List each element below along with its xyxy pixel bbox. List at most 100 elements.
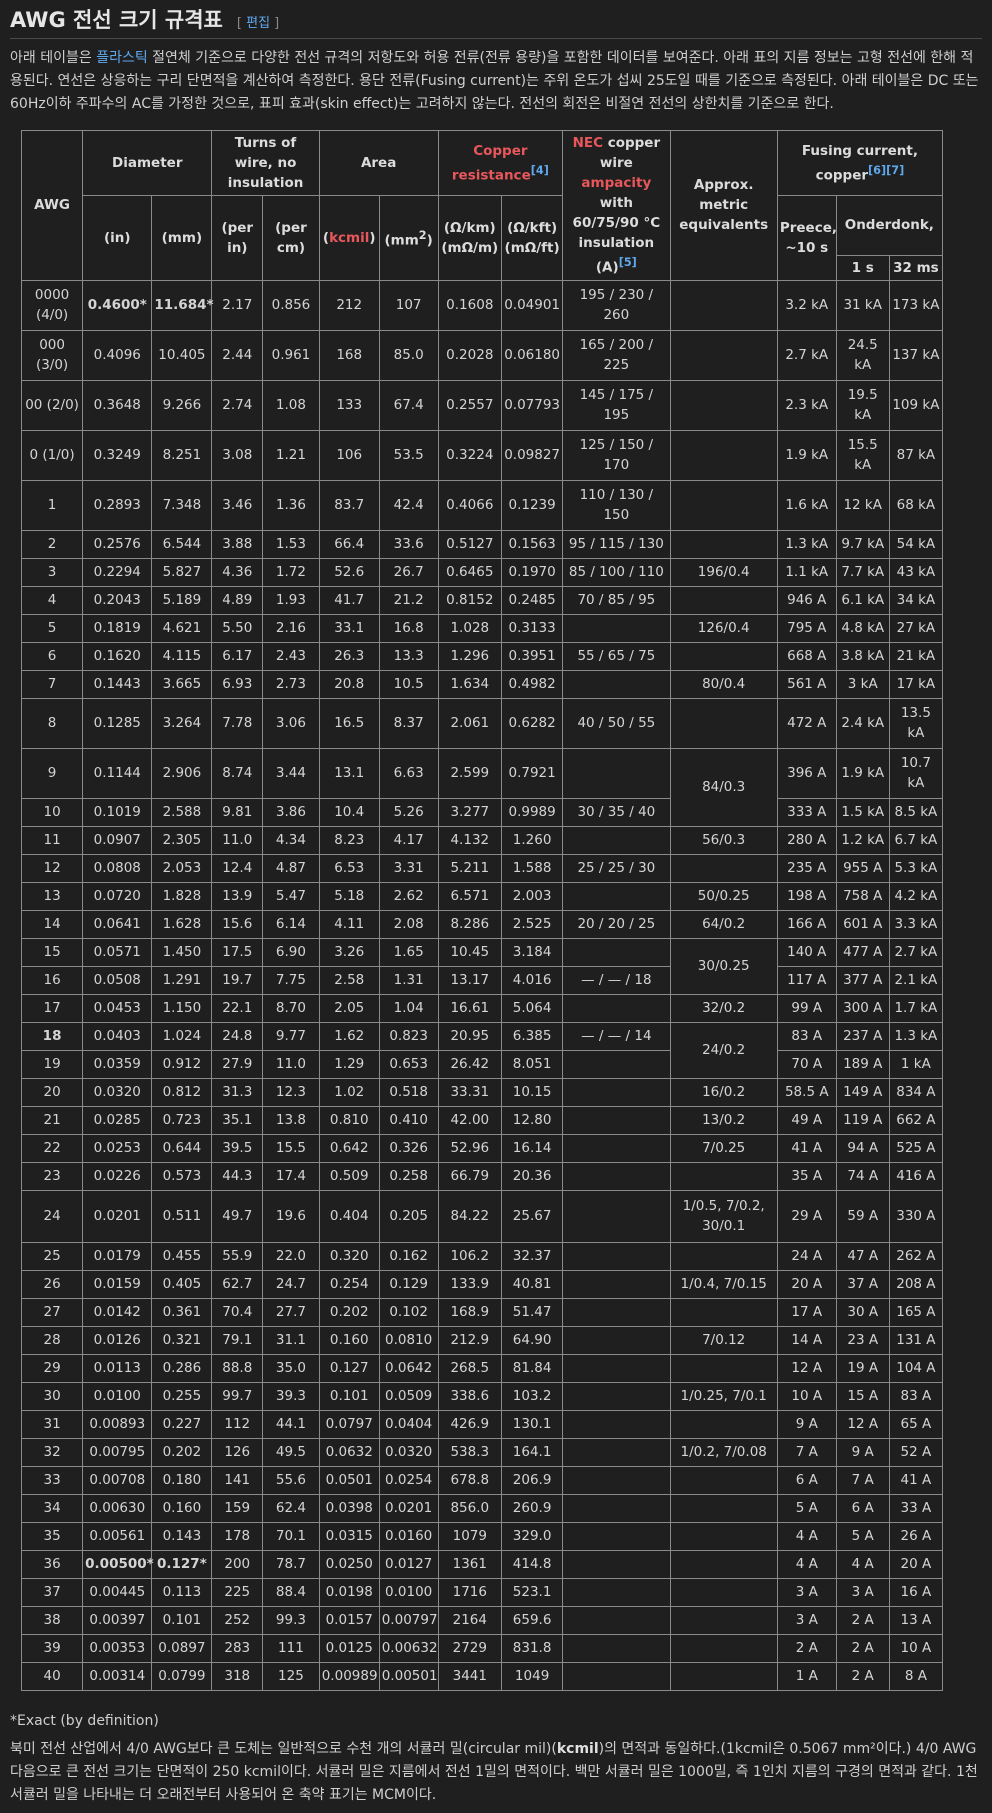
table-cell — [669, 379, 778, 431]
table-cell: 4 A — [776, 1521, 837, 1551]
table-cell: 0.0113 — [82, 1353, 153, 1383]
table-cell: 4.87 — [262, 853, 320, 883]
table-cell: 81.84 — [501, 1353, 564, 1383]
table-cell: 1.08 — [262, 379, 320, 431]
table-cell: 13.1 — [318, 747, 380, 799]
table-row: 35 0.00561 0.143 178 70.1 0.0315 0.0160 1079 329… — [20, 1521, 944, 1551]
page-title: AWG 전선 크기 규격표 — [10, 8, 223, 32]
table-cell: 1.1 kA — [776, 557, 837, 587]
table-cell: 24.7 — [262, 1269, 320, 1299]
table-cell: 94 A — [835, 1133, 890, 1163]
table-cell: 0.0100 — [378, 1577, 439, 1607]
table-cell: 10.4 — [318, 797, 380, 827]
table-cell — [562, 613, 671, 643]
table-cell: 0.202 — [318, 1297, 380, 1327]
table-cell: 99.7 — [211, 1381, 264, 1411]
table-cell: 117 A — [776, 965, 837, 995]
table-cell — [669, 697, 778, 749]
ampacity-link[interactable]: ampacity — [581, 175, 651, 191]
table-cell: 1.21 — [262, 429, 320, 481]
ref-4[interactable]: [4] — [531, 164, 549, 177]
table-cell — [562, 1297, 671, 1327]
table-cell — [669, 853, 778, 883]
plastic-link[interactable]: 플라스틱 — [96, 50, 148, 66]
per-in-header: (per in) — [211, 195, 264, 281]
table-cell: 0.04901 — [501, 279, 564, 331]
table-cell: 0.00500* — [82, 1549, 154, 1579]
table-cell: 13.5 kA — [888, 697, 944, 749]
table-row: 5 0.1819 4.621 5.50 2.16 33.1 16.8 1.028 0.3133 1… — [20, 613, 944, 643]
edit-link[interactable]: 편집 — [246, 16, 270, 31]
table-cell: 4.8 kA — [835, 613, 890, 643]
table-cell: 2.4 kA — [835, 697, 890, 749]
table-cell: 260.9 — [501, 1493, 564, 1523]
table-cell: 64.90 — [501, 1325, 564, 1355]
copper-resistance-link[interactable]: Copper resistance — [452, 143, 531, 184]
table-cell: 17.4 — [262, 1161, 320, 1191]
table-cell: 1.024 — [151, 1021, 213, 1051]
table-cell: 1079 — [437, 1521, 503, 1551]
table-cell: 126/0.4 — [669, 613, 778, 643]
table-cell: 1/0.2, 7/0.08 — [669, 1437, 778, 1467]
ref-5[interactable]: [5] — [619, 256, 637, 269]
mm2-header: (mm2) — [378, 195, 439, 281]
table-cell: 0.404 — [318, 1189, 380, 1243]
table-cell: 8 A — [888, 1661, 944, 1691]
ref-6-7[interactable]: [6][7] — [868, 164, 904, 177]
table-cell: 3 — [20, 557, 84, 587]
table-cell: 0.509 — [318, 1161, 380, 1191]
table-cell: 2.906 — [151, 747, 213, 799]
table-cell: 414.8 — [501, 1549, 564, 1579]
table-cell: 4.2 kA — [888, 881, 944, 911]
table-row: 37 0.00445 0.113 225 88.4 0.0198 0.0100 1716 523… — [20, 1577, 944, 1607]
table-cell: 0.0254 — [378, 1465, 439, 1495]
table-cell: 83 A — [776, 1021, 837, 1051]
table-cell: 29 A — [776, 1189, 837, 1243]
table-cell: 8 — [20, 697, 84, 749]
table-cell: 1.65 — [378, 937, 439, 967]
table-cell: 88.8 — [211, 1353, 264, 1383]
footer-paragraph: 북미 전선 산업에서 4/0 AWG보다 큰 도체는 일반적으로 수천 개의 서… — [10, 1738, 982, 1807]
table-cell: 0.3249 — [82, 429, 153, 481]
nec-text-1: copper wire — [599, 135, 661, 171]
table-cell: 39.5 — [211, 1133, 264, 1163]
table-cell: 283 — [211, 1633, 264, 1663]
table-cell: 16.5 — [318, 697, 380, 749]
table-cell: 4.11 — [318, 909, 380, 939]
table-cell: 99.3 — [262, 1605, 320, 1635]
table-cell: 0.0157 — [318, 1605, 380, 1635]
table-cell: 2.16 — [262, 613, 320, 643]
table-cell: 3.26 — [318, 937, 380, 967]
table-cell: 0.00501 — [378, 1661, 439, 1691]
table-cell: 33 A — [888, 1493, 944, 1523]
nec-link[interactable]: NEC — [573, 135, 603, 151]
table-cell: 0.0359 — [82, 1049, 153, 1079]
table-cell — [562, 937, 671, 967]
table-cell — [669, 279, 778, 331]
table-cell: 1/0.25, 7/0.1 — [669, 1381, 778, 1411]
table-cell: 1.588 — [501, 853, 564, 883]
table-row: 0 (1/0) 0.3249 8.251 3.08 1.21 106 53.5 0.3224 0… — [20, 429, 944, 481]
table-cell: 10 A — [888, 1633, 944, 1663]
table-cell: 30/0.25 — [669, 937, 778, 995]
table-cell: 15 A — [835, 1381, 890, 1411]
table-cell: 1.53 — [262, 529, 320, 559]
table-cell: 125 — [262, 1661, 320, 1691]
table-cell: 83 A — [888, 1381, 944, 1411]
table-cell: 1.3 kA — [776, 529, 837, 559]
table-cell: 53.5 — [378, 429, 439, 481]
table-cell: 39.3 — [262, 1381, 320, 1411]
table-cell — [669, 529, 778, 559]
table-cell: 41 A — [776, 1133, 837, 1163]
table-cell — [562, 881, 671, 911]
table-cell: 0.00632 — [378, 1633, 439, 1663]
table-cell: 0.00989 — [318, 1661, 380, 1691]
table-cell: 9 A — [776, 1409, 837, 1439]
table-cell: 12 — [20, 853, 84, 883]
table-cell: 2.305 — [151, 825, 213, 855]
kcmil-link[interactable]: kcmil — [329, 230, 369, 246]
table-cell: 168.9 — [437, 1297, 503, 1327]
table-cell: 10.7 kA — [888, 747, 944, 799]
table-cell: 2.43 — [262, 641, 320, 671]
table-cell: 33 — [20, 1465, 84, 1495]
